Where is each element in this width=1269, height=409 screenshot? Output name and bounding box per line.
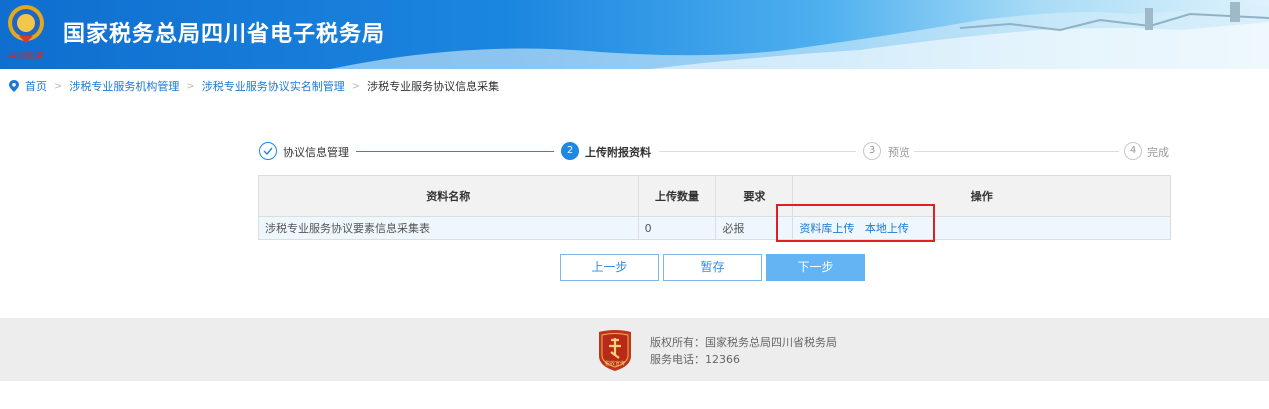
step-4-number: 4 xyxy=(1124,142,1142,160)
breadcrumb-home-link[interactable]: 首页 xyxy=(25,78,47,94)
footer-copyright: 版权所有：国家税务总局四川省税务局 xyxy=(650,336,837,349)
column-header-count: 上传数量 xyxy=(637,175,717,217)
progress-steps: 协议信息管理 2 上传附报资料 3 预览 4 完成 xyxy=(258,141,1170,163)
step-1-check-icon xyxy=(259,142,277,160)
tax-emblem-icon: 中国税务 xyxy=(6,2,46,64)
column-header-name: 资料名称 xyxy=(258,175,639,217)
step-2-number: 2 xyxy=(561,142,579,160)
breadcrumb-agency-management-link[interactable]: 涉税专业服务机构管理 xyxy=(69,78,179,94)
breadcrumb-separator: > xyxy=(54,80,63,92)
location-pin-icon xyxy=(9,80,19,92)
emblem-caption: 中国税务 xyxy=(8,50,44,62)
step-connector xyxy=(356,151,554,152)
table-header-row: 资料名称 上传数量 要求 操作 xyxy=(258,175,1171,217)
step-connector xyxy=(914,151,1119,152)
step-3-label: 预览 xyxy=(888,146,910,159)
step-4-label: 完成 xyxy=(1147,146,1169,159)
cell-document-name: 涉税专业服务协议要素信息采集表 xyxy=(258,216,639,240)
site-title: 国家税务总局四川省电子税务局 xyxy=(63,22,386,47)
table-row: 涉税专业服务协议要素信息采集表 0 必报 资料库上传 本地上传 xyxy=(258,216,1171,240)
step-3-number: 3 xyxy=(863,142,881,160)
breadcrumb: 首页 > 涉税专业服务机构管理 > 涉税专业服务协议实名制管理 > 涉税专业服务… xyxy=(9,78,499,94)
highlight-annotation-box xyxy=(776,204,935,242)
header-banner: 中国税务 国家税务总局四川省电子税务局 xyxy=(0,0,1269,69)
footer-info: 版权所有：国家税务总局四川省税务局 服务电话：12366 xyxy=(650,334,837,368)
save-draft-button[interactable]: 暂存 xyxy=(663,254,762,281)
next-step-button[interactable]: 下一步 xyxy=(766,254,865,281)
badge-caption: 税收宣传 xyxy=(605,360,625,367)
step-2-label: 上传附报资料 xyxy=(585,146,651,159)
footer-service-phone: 服务电话：12366 xyxy=(650,353,740,366)
breadcrumb-separator: > xyxy=(186,80,195,92)
breadcrumb-separator: > xyxy=(351,80,361,92)
prev-step-button[interactable]: 上一步 xyxy=(560,254,659,281)
attachments-table: 资料名称 上传数量 要求 操作 涉税专业服务协议要素信息采集表 0 必报 资料库… xyxy=(258,175,1171,240)
step-connector xyxy=(659,151,856,152)
breadcrumb-current-page: 涉税专业服务协议信息采集 xyxy=(367,80,500,93)
footer: 税收宣传 版权所有：国家税务总局四川省税务局 服务电话：12366 xyxy=(0,318,1269,381)
step-1-label: 协议信息管理 xyxy=(283,146,349,159)
breadcrumb-agreement-management-link[interactable]: 涉税专业服务协议实名制管理 xyxy=(202,78,345,94)
tax-promotion-badge-icon: 税收宣传 xyxy=(597,328,633,372)
cell-upload-count: 0 xyxy=(637,216,717,240)
